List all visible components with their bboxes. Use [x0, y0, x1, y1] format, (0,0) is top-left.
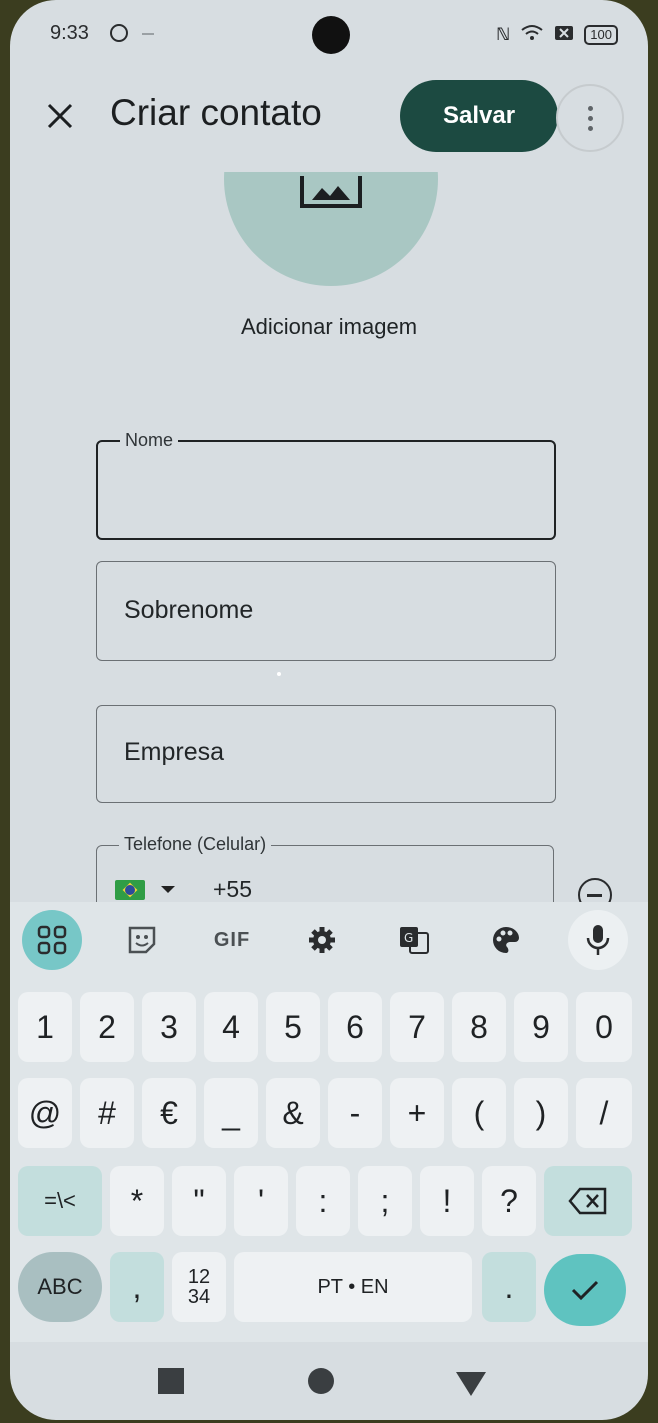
key-hash[interactable]: #: [80, 1078, 134, 1148]
navigation-bar: [10, 1342, 648, 1420]
voice-input-button[interactable]: [568, 910, 628, 970]
key-plus[interactable]: +: [390, 1078, 444, 1148]
battery-icon: 100: [584, 25, 618, 45]
more-options-button[interactable]: [556, 84, 624, 152]
key-ampersand[interactable]: &: [266, 1078, 320, 1148]
backspace-icon: [568, 1187, 607, 1215]
theme-button[interactable]: [476, 910, 536, 970]
last-name-field[interactable]: Sobrenome: [96, 561, 556, 661]
close-button[interactable]: [40, 96, 80, 136]
recents-button[interactable]: [158, 1368, 184, 1394]
touch-dot: [277, 672, 281, 676]
camera-cutout: [312, 16, 350, 54]
key-euro[interactable]: €: [142, 1078, 196, 1148]
phone-screen: 9:33 ℕ 100 Criar contato Salvar Adiciona…: [10, 0, 648, 1420]
country-code: +55: [213, 876, 253, 902]
top-app-bar: Criar contato Salvar: [10, 78, 648, 158]
key-close-paren[interactable]: ): [514, 1078, 568, 1148]
key-minus[interactable]: -: [328, 1078, 382, 1148]
translate-button[interactable]: G: [384, 910, 444, 970]
close-icon: [47, 103, 73, 129]
key-7[interactable]: 7: [390, 992, 444, 1062]
key-single-quote[interactable]: ': [234, 1166, 288, 1236]
keyboard-toolbar: GIF G: [10, 902, 648, 980]
brazil-flag-icon[interactable]: [115, 879, 145, 900]
status-time: 9:33: [50, 22, 89, 44]
key-6[interactable]: 6: [328, 992, 382, 1062]
key-asterisk[interactable]: *: [110, 1166, 164, 1236]
key-semicolon[interactable]: ;: [358, 1166, 412, 1236]
key-3[interactable]: 3: [142, 992, 196, 1062]
gear-icon: [309, 927, 335, 953]
keyboard: GIF G 1 2 3 4 5 6 7 8 9 0 @ # € _ & - + …: [10, 902, 648, 1342]
sticker-button[interactable]: [112, 910, 172, 970]
phone-row: +55: [115, 876, 252, 903]
vpn-icon: [110, 24, 128, 42]
page-title: Criar contato: [110, 92, 322, 133]
status-bar: 9:33 ℕ 100: [10, 0, 648, 68]
key-open-paren[interactable]: (: [452, 1078, 506, 1148]
key-comma[interactable]: ,: [110, 1252, 164, 1322]
first-name-label: Nome: [120, 430, 179, 451]
notification-dash-icon: [142, 33, 154, 35]
key-1[interactable]: 1: [18, 992, 72, 1062]
save-button[interactable]: Salvar: [400, 80, 558, 152]
key-2[interactable]: 2: [80, 992, 134, 1062]
translate-icon: G: [400, 927, 429, 954]
back-button[interactable]: [456, 1372, 486, 1396]
key-8[interactable]: 8: [452, 992, 506, 1062]
add-image-link[interactable]: Adicionar imagem: [10, 314, 648, 340]
home-button[interactable]: [308, 1368, 334, 1394]
sticker-icon: [128, 926, 156, 954]
phone-label: Telefone (Celular): [119, 834, 272, 855]
numpad-label-bottom: 34: [187, 1286, 211, 1308]
key-5[interactable]: 5: [266, 992, 320, 1062]
last-name-placeholder: Sobrenome: [124, 596, 254, 624]
key-0[interactable]: 0: [576, 992, 632, 1062]
symbols-switch-key[interactable]: =\<: [18, 1166, 102, 1236]
image-icon: [300, 176, 362, 208]
key-9[interactable]: 9: [514, 992, 568, 1062]
apps-grid-icon: [37, 925, 67, 955]
first-name-field[interactable]: Nome: [96, 430, 556, 540]
key-at[interactable]: @: [18, 1078, 72, 1148]
key-exclamation[interactable]: !: [420, 1166, 474, 1236]
svg-text:G: G: [404, 931, 413, 945]
key-double-quote[interactable]: ": [172, 1166, 226, 1236]
apps-grid-button[interactable]: [22, 910, 82, 970]
palette-icon: [493, 927, 519, 953]
mic-icon: [586, 925, 610, 955]
dropdown-arrow-icon[interactable]: [161, 886, 175, 893]
key-question[interactable]: ?: [482, 1166, 536, 1236]
nfc-icon: ℕ: [496, 25, 511, 44]
numpad-label-top: 12: [187, 1266, 211, 1288]
space-key[interactable]: PT • EN: [234, 1252, 472, 1322]
company-field[interactable]: Empresa: [96, 705, 556, 803]
gif-label: GIF: [213, 928, 251, 951]
check-icon: [571, 1280, 599, 1301]
gif-button[interactable]: GIF: [202, 910, 262, 970]
key-slash[interactable]: /: [576, 1078, 632, 1148]
key-colon[interactable]: :: [296, 1166, 350, 1236]
key-4[interactable]: 4: [204, 992, 258, 1062]
key-underscore[interactable]: _: [204, 1078, 258, 1148]
sim-icon: [554, 25, 574, 45]
enter-key[interactable]: [544, 1254, 626, 1326]
settings-button[interactable]: [292, 910, 352, 970]
company-placeholder: Empresa: [124, 738, 225, 766]
abc-key[interactable]: ABC: [18, 1252, 102, 1322]
key-period[interactable]: .: [482, 1252, 536, 1322]
wifi-icon: [520, 24, 544, 46]
numpad-key[interactable]: 12 34: [172, 1252, 226, 1322]
status-icons: ℕ 100: [496, 24, 618, 46]
backspace-key[interactable]: [544, 1166, 632, 1236]
more-vert-icon: [587, 105, 593, 111]
